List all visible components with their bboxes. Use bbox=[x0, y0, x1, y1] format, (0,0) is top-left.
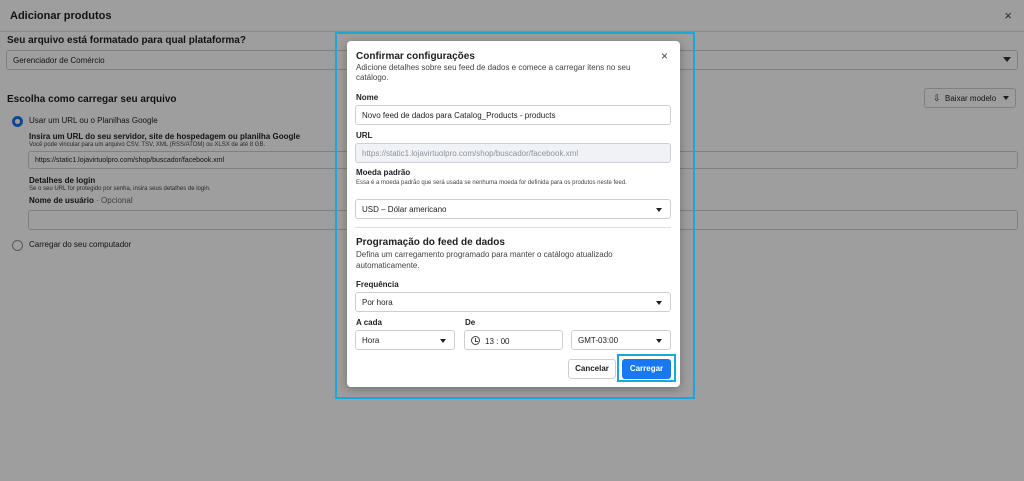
from-label: De bbox=[465, 318, 476, 327]
modal-subtitle: Adicione detalhes sobre seu feed de dado… bbox=[356, 63, 631, 82]
every-label: A cada bbox=[356, 318, 382, 327]
currency-select-value: USD – Dólar americano bbox=[362, 205, 447, 214]
schedule-subtitle: Defina um carregamento programado para m… bbox=[356, 250, 613, 270]
every-select[interactable]: Hora bbox=[355, 330, 455, 350]
modal-title: Confirmar configurações bbox=[356, 51, 475, 62]
url-label: URL bbox=[356, 131, 373, 140]
currency-select[interactable]: USD – Dólar americano bbox=[355, 199, 671, 219]
timezone-select[interactable]: GMT-03:00 bbox=[571, 330, 671, 350]
frequency-label: Frequência bbox=[356, 280, 399, 289]
timezone-select-value: GMT-03:00 bbox=[578, 336, 619, 345]
caret-down-icon bbox=[440, 339, 446, 343]
name-label: Nome bbox=[356, 93, 379, 102]
name-input[interactable]: Novo feed de dados para Catalog_Products… bbox=[355, 105, 671, 125]
frequency-select[interactable]: Por hora bbox=[355, 292, 671, 312]
currency-help: Essa é a moeda padrão que será usada se … bbox=[356, 180, 627, 186]
cancel-button[interactable]: Cancelar bbox=[568, 359, 616, 379]
divider bbox=[355, 227, 671, 228]
currency-label: Moeda padrão bbox=[356, 168, 411, 177]
clock-icon bbox=[471, 336, 480, 345]
close-icon[interactable]: × bbox=[661, 49, 668, 63]
confirm-settings-modal: Confirmar configurações Adicione detalhe… bbox=[347, 41, 680, 387]
time-value: 13 : 00 bbox=[485, 337, 510, 346]
schedule-title: Programação do feed de dados bbox=[356, 237, 505, 248]
every-select-value: Hora bbox=[362, 336, 380, 345]
url-field: https://static1.lojavirtuolpro.com/shop/… bbox=[355, 143, 671, 163]
caret-down-icon bbox=[656, 301, 662, 305]
caret-down-icon bbox=[656, 208, 662, 212]
submit-highlight-frame bbox=[617, 354, 676, 382]
caret-down-icon bbox=[656, 339, 662, 343]
time-input[interactable]: 13 : 00 bbox=[464, 330, 563, 350]
frequency-select-value: Por hora bbox=[362, 298, 393, 307]
